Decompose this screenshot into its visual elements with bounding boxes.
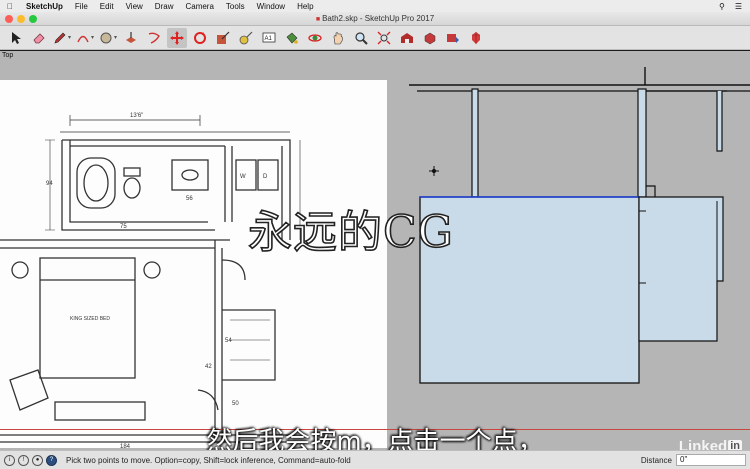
window-zoom-button[interactable] <box>29 14 37 23</box>
plan-dimension-label: 50 <box>232 401 239 407</box>
menu-camera[interactable]: Camera <box>179 2 219 11</box>
arc-icon[interactable]: ▾ <box>75 28 95 48</box>
extension-2-icon[interactable] <box>443 28 463 48</box>
push-pull-icon[interactable] <box>121 28 141 48</box>
plan-room-label: D <box>263 174 268 180</box>
menu-edit[interactable]: Edit <box>94 2 120 11</box>
chevron-down-icon[interactable]: ▾ <box>114 34 117 41</box>
document-icon: ■ <box>315 16 321 23</box>
window-title: ■ Bath2.skp - SketchUp Pro 2017 <box>315 14 435 23</box>
menu-window[interactable]: Window <box>251 2 291 11</box>
scale-icon[interactable] <box>213 28 233 48</box>
circle-icon[interactable]: ▾ <box>98 28 118 48</box>
window-close-button[interactable] <box>5 14 13 23</box>
plan-bed-label: KING SIZED BED <box>70 316 110 322</box>
pan-icon[interactable] <box>328 28 348 48</box>
move-icon[interactable] <box>167 27 187 48</box>
window-minimize-button[interactable] <box>17 14 25 23</box>
help-icon[interactable]: ? <box>46 454 57 466</box>
main-toolbar: ▾ ▾ ▾ A1 <box>0 26 750 50</box>
menu-help[interactable]: Help <box>291 2 319 11</box>
menu-list-icon[interactable]: ☰ <box>735 2 742 11</box>
chevron-down-icon[interactable]: ▾ <box>68 34 71 41</box>
extension-icon[interactable] <box>420 28 440 48</box>
plan-dimension-label: 42 <box>205 364 212 370</box>
pencil-icon[interactable]: ▾ <box>52 28 72 48</box>
plan-dimension-label: 75 <box>120 224 127 230</box>
menu-app[interactable]: SketchUp <box>20 2 69 11</box>
plan-dimension-label: 94 <box>46 181 53 187</box>
menu-file[interactable]: File <box>69 2 94 11</box>
measurements-box: Distance 0" <box>641 454 750 466</box>
select-icon[interactable] <box>6 28 26 48</box>
text-tool-label: A1 <box>265 36 273 42</box>
rotate-icon[interactable] <box>190 28 210 48</box>
menu-view[interactable]: View <box>120 2 149 11</box>
user-icon[interactable]: ● <box>32 454 43 466</box>
status-bar: i ! ● ? Pick two points to move. Option=… <box>0 450 750 469</box>
chevron-down-icon[interactable]: ▾ <box>91 34 94 41</box>
paint-bucket-icon[interactable] <box>282 28 302 48</box>
eraser-icon[interactable] <box>29 28 49 48</box>
measurement-label: Distance <box>640 455 672 465</box>
menu-draw[interactable]: Draw <box>149 2 180 11</box>
info-icon[interactable]: i <box>4 454 15 466</box>
scanned-floor-plan-image[interactable]: 13'6" 94 W D KING SIZED BED 56 75 54 42 … <box>0 80 387 450</box>
orbit-icon[interactable] <box>305 28 325 48</box>
menu-bar:  SketchUp File Edit View Draw Camera To… <box>0 0 750 12</box>
ruby-icon[interactable] <box>466 28 486 48</box>
plan-dimension-label: 56 <box>186 196 193 202</box>
scene-view-label: Top <box>2 52 14 59</box>
apple-icon[interactable]:  <box>0 2 20 11</box>
plan-room-label: W <box>240 174 246 180</box>
measurement-input[interactable]: 0" <box>676 454 746 466</box>
plan-dimension-label: 54 <box>225 338 232 344</box>
status-hint-text: Pick two points to move. Option=copy, Sh… <box>66 455 351 465</box>
channel-watermark: 永远的CG <box>247 206 454 259</box>
plan-dimension-label: 13'6" <box>130 113 143 119</box>
credits-icon[interactable]: ! <box>18 454 29 466</box>
window-title-bar: ■ Bath2.skp - SketchUp Pro 2017 <box>0 12 750 26</box>
zoom-extents-icon[interactable] <box>374 28 394 48</box>
tape-measure-icon[interactable] <box>236 28 256 48</box>
offset-icon[interactable] <box>144 28 164 48</box>
text-icon[interactable]: A1 <box>259 28 279 48</box>
warehouse-icon[interactable] <box>397 28 417 48</box>
zoom-icon[interactable] <box>351 28 371 48</box>
search-icon[interactable]: ⚲ <box>719 2 725 11</box>
menu-tools[interactable]: Tools <box>220 2 251 11</box>
